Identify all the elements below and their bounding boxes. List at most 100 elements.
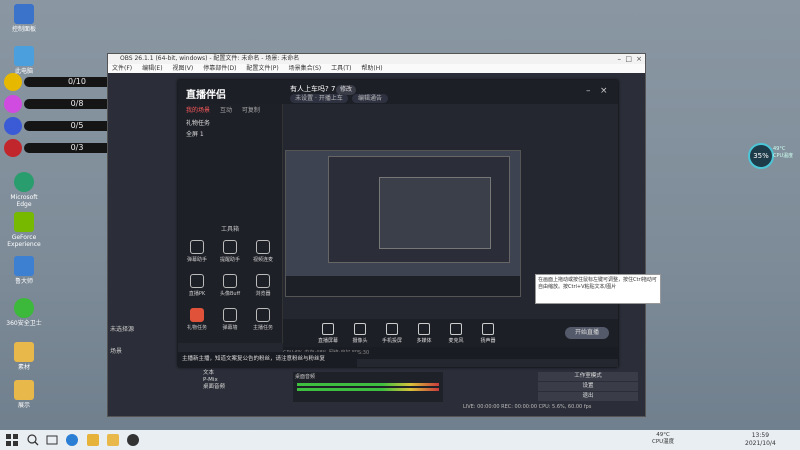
desktop-icon-this-pc[interactable]: 此电脑: [4, 46, 44, 75]
tool-label: 礼物任务: [186, 325, 207, 331]
announcement-button[interactable]: 编辑通告: [352, 94, 388, 103]
wall-icon: [223, 308, 237, 322]
button-label: 扬声器: [480, 338, 496, 344]
folder-taskbar-icon[interactable]: [107, 434, 119, 446]
app-header: 直播伴侣 有人上车吗? 7 修改 未设置 · 开播上车 编辑通告 × –: [178, 80, 618, 104]
menu-edit[interactable]: 编辑(E): [142, 65, 162, 72]
menu-file[interactable]: 文件(F): [112, 65, 132, 72]
menu-tools[interactable]: 工具(T): [331, 65, 351, 72]
toolbox-title: 工具箱: [220, 226, 239, 233]
menu-view[interactable]: 视图(V): [172, 65, 193, 72]
close-icon[interactable]: ×: [636, 54, 642, 64]
source-item[interactable]: 文本: [203, 370, 225, 377]
tool-label: 主播任务: [252, 325, 273, 331]
stream-preview[interactable]: [285, 150, 521, 297]
tool-gift-task[interactable]: 礼物任务: [182, 308, 212, 331]
tool-host-task[interactable]: 主播任务: [248, 308, 278, 331]
tool-danmu-wall[interactable]: 弹幕墙: [215, 308, 245, 331]
live-companion-window[interactable]: 直播伴侣 有人上车吗? 7 修改 未设置 · 开播上车 编辑通告 × – 我的场…: [178, 80, 618, 367]
notice-banner: 主播新主播，知道文案复公告的粉丝，请注意粉丝与粉丝复: [178, 352, 357, 367]
badge-icon: [4, 117, 22, 135]
tool-label: 提醒助手: [219, 257, 240, 263]
status-tag[interactable]: 未设置 · 开播上车: [290, 94, 348, 103]
control-panel-icon: [14, 4, 34, 24]
camera-button[interactable]: 摄像头: [345, 323, 375, 344]
start-live-button[interactable]: 开始直播: [565, 327, 609, 339]
control-bar: 直播屏幕 摄像头 手机投屏 多媒体 麦克风 扬声器 开始直播: [283, 319, 618, 347]
microphone-button[interactable]: 麦克风: [441, 323, 471, 344]
tool-video-link[interactable]: 视频连麦: [248, 240, 278, 263]
multimedia-button[interactable]: 多媒体: [409, 323, 439, 344]
desktop-icon-label: 360安全卫士: [6, 320, 42, 327]
nested-preview-inner: [379, 177, 491, 249]
menu-scene-collection[interactable]: 场景集合(S): [289, 65, 322, 72]
cpu-temp-label: CPU温度: [773, 153, 794, 159]
maximize-icon[interactable]: □: [625, 54, 632, 64]
tab-my-scenes[interactable]: 我的场景: [186, 107, 210, 114]
edge-taskbar-icon[interactable]: [66, 434, 78, 446]
tab-interaction[interactable]: 互动: [220, 107, 232, 114]
clock[interactable]: 13:59 2021/10/4: [745, 432, 776, 448]
browser-icon: [256, 274, 270, 288]
tool-label: 头像Buff: [219, 291, 241, 297]
tool-avatar-buff[interactable]: 头像Buff: [215, 274, 245, 297]
stream-title[interactable]: 有人上车吗? 7: [290, 84, 335, 94]
desktop-icon-folder-assets[interactable]: 素材: [4, 342, 44, 371]
desktop-icon-label: 素材: [17, 364, 30, 371]
minimize-icon[interactable]: –: [618, 54, 622, 64]
tab-copyable[interactable]: 可复制: [242, 107, 260, 114]
scene-item[interactable]: 礼物任务: [178, 118, 282, 129]
menu-docks[interactable]: 停靠部件(D): [203, 65, 236, 72]
badge-icon: [4, 73, 22, 91]
video-icon: [256, 240, 270, 254]
button-label: 麦克风: [448, 338, 464, 344]
close-icon[interactable]: ×: [600, 86, 610, 96]
search-icon[interactable]: [27, 434, 39, 446]
computer-icon: [14, 46, 34, 66]
tool-pk[interactable]: 直播PK: [182, 274, 212, 297]
phone-cast-button[interactable]: 手机投屏: [377, 323, 407, 344]
button-label: 直播屏幕: [317, 338, 338, 344]
desktop-icon-geforce[interactable]: GeForce Experience: [4, 212, 44, 248]
desktop-icon-edge[interactable]: Microsoft Edge: [4, 172, 44, 208]
tool-danmu-helper[interactable]: 弹幕助手: [182, 240, 212, 263]
monitor-icon: [322, 323, 334, 335]
desktop-icon-ludashi[interactable]: 鲁大师: [4, 256, 44, 285]
studio-mode-button[interactable]: 工作室模式: [538, 372, 638, 381]
scene-item[interactable]: 全屏 1: [178, 129, 282, 140]
task-view-icon[interactable]: [46, 434, 58, 446]
menu-help[interactable]: 帮助(H): [361, 65, 382, 72]
media-icon: [418, 323, 430, 335]
tool-label: 弹幕墙: [222, 325, 238, 331]
source-item[interactable]: 桌面音频: [203, 384, 225, 391]
obs-titlebar[interactable]: OBS 26.1.1 (64-bit, windows) - 配置文件: 未命名…: [108, 54, 645, 64]
tool-browser[interactable]: 浏览器: [248, 274, 278, 297]
audio-mixer: 桌面音频: [293, 372, 443, 402]
speaker-icon: [482, 323, 494, 335]
scenes-header: 场景: [110, 348, 123, 355]
obs-taskbar-icon[interactable]: [127, 434, 139, 446]
ludashi-icon: [14, 256, 34, 276]
gift-icon: [190, 308, 204, 322]
nested-preview: [328, 156, 510, 263]
scene-tabs: 我的场景 互动 可复制: [178, 104, 282, 118]
speaker-button[interactable]: 扬声器: [473, 323, 503, 344]
tool-reminder[interactable]: 提醒助手: [215, 240, 245, 263]
tooltip: 在画面上拖动或按住鼠标左键可调整，按住Ctrl拖动可自由缩放。按Ctrl+V粘贴…: [535, 274, 661, 304]
settings-button[interactable]: 设置: [538, 382, 638, 391]
taskbar: 49°C CPU温度 13:59 2021/10/4: [0, 430, 800, 450]
windows-start-icon[interactable]: [6, 434, 18, 446]
desktop-icon-folder-show[interactable]: 展示: [4, 380, 44, 409]
minimize-icon[interactable]: –: [586, 86, 596, 96]
source-item[interactable]: P-Mix: [203, 377, 225, 384]
clock-date: 2021/10/4: [745, 440, 776, 447]
danmu-icon: [190, 240, 204, 254]
pk-icon: [190, 274, 204, 288]
desktop-icon-control-panel[interactable]: 控制面板: [4, 4, 44, 33]
screen-capture-button[interactable]: 直播屏幕: [313, 323, 343, 344]
menu-profile[interactable]: 配置文件(P): [246, 65, 278, 72]
live-companion-taskbar-icon[interactable]: [87, 434, 99, 446]
cpu-usage-gauge[interactable]: 35%: [748, 143, 774, 169]
exit-button[interactable]: 退出: [538, 392, 638, 401]
desktop-icon-360[interactable]: 360安全卫士: [4, 298, 44, 327]
